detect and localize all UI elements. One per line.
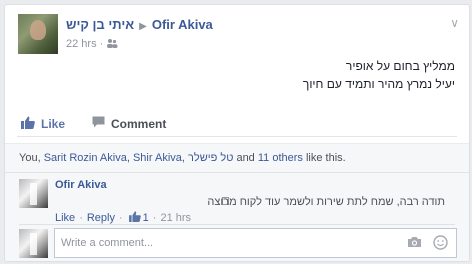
liker-link[interactable]: טל פישלר <box>188 152 233 164</box>
commenter-avatar[interactable] <box>19 179 48 208</box>
thumbs-up-icon <box>128 211 141 225</box>
post-card: איתי בן קיש ▶ Ofir Akiva 22 hrs · ∨ ממליץ ב… <box>4 4 470 262</box>
post-time[interactable]: 22 hrs <box>66 38 97 50</box>
comment-time[interactable]: 21 hrs <box>160 212 191 224</box>
thumbs-up-icon <box>21 116 41 132</box>
comment-input[interactable]: Write a comment... <box>54 228 457 258</box>
others-link[interactable]: 11 others <box>258 152 303 164</box>
meta-separator: · <box>99 38 104 50</box>
post-meta: 22 hrs · <box>66 38 118 51</box>
likes-summary: You, Sarit Rozin Akiva, Shir Akiva, טל פ… <box>5 143 469 173</box>
likes-and: and <box>233 152 258 164</box>
speech-bubble-icon <box>92 116 111 131</box>
comment-button[interactable]: Comment <box>92 116 166 131</box>
chevron-down-icon[interactable]: ∨ <box>450 16 459 30</box>
friends-icon[interactable] <box>106 38 118 51</box>
post-body: ממליץ בחום על אופיר יעיל נמרץ מהיר ותמיד… <box>35 57 455 93</box>
comment-label: Comment <box>111 116 167 131</box>
target-name[interactable]: Ofir Akiva <box>152 17 213 32</box>
comment-input-placeholder: Write a comment... <box>61 237 154 249</box>
likes-prefix: You, <box>19 152 44 164</box>
user-avatar <box>19 229 48 258</box>
comment-reply-link[interactable]: Reply <box>87 212 115 224</box>
post-text-line: יעיל נמרץ מהיר ותמיד עם חיוך <box>302 77 455 91</box>
comment-like-count[interactable]: 1 <box>143 212 149 224</box>
divider <box>19 224 455 225</box>
emoji-icon[interactable] <box>433 235 448 253</box>
post-actions: Like Comment <box>17 113 457 137</box>
like-label: Like <box>41 117 66 131</box>
camera-icon[interactable] <box>407 236 422 251</box>
commenter-name[interactable]: Ofir Akiva <box>55 179 107 191</box>
comment-meta: Like · Reply · 1 · 21 hrs <box>55 211 191 225</box>
post-header: איתי בן קיש ▶ Ofir Akiva 22 hrs · ∨ <box>18 14 459 56</box>
comment-section: Ofir Akiva תודה רבה, שמח לתת שירות ולשמר… <box>5 173 469 261</box>
liker-link[interactable]: Sarit Rozin Akiva <box>44 152 127 164</box>
meta-separator: · <box>118 212 123 224</box>
author-name[interactable]: איתי בן קיש <box>66 17 134 32</box>
post-text-line: ממליץ בחום על אופיר <box>345 59 455 73</box>
like-button[interactable]: Like <box>21 116 65 132</box>
meta-separator: · <box>152 212 157 224</box>
author-avatar[interactable] <box>18 14 58 54</box>
meta-separator: · <box>79 212 83 224</box>
arrow-right-icon: ▶ <box>139 21 147 32</box>
comment-text: תודה רבה, שמח לתת שירות ולשמר עוד לקוח מ… <box>207 196 445 208</box>
post-names: איתי בן קיש ▶ Ofir Akiva <box>66 17 213 32</box>
liker-link[interactable]: Shir Akiva <box>133 152 182 164</box>
likes-suffix: like this. <box>302 152 346 164</box>
comment-like-link[interactable]: Like <box>55 212 75 224</box>
